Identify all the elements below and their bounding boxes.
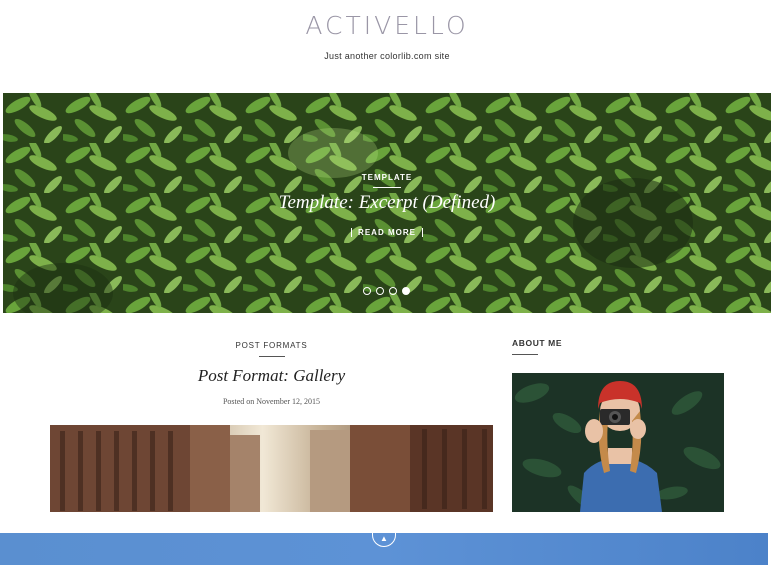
slider-dot-2[interactable] xyxy=(376,287,384,295)
hero-divider xyxy=(373,187,401,188)
site-tagline: Just another colorlib.com site xyxy=(324,51,450,61)
hero-category[interactable]: TEMPLATE xyxy=(3,173,771,182)
about-me-title: ABOUT ME xyxy=(512,338,563,348)
hero-title[interactable]: Template: Excerpt (Defined) xyxy=(3,192,771,214)
post-category[interactable]: POST FORMATS xyxy=(50,341,493,350)
back-to-top-button[interactable]: ▲ xyxy=(372,533,396,547)
about-me-image[interactable] xyxy=(512,373,724,512)
hero-caption: TEMPLATE Template: Excerpt (Defined) REA… xyxy=(3,173,771,240)
main-content: POST FORMATS Post Format: Gallery Posted… xyxy=(0,313,774,533)
hero-slider[interactable]: TEMPLATE Template: Excerpt (Defined) REA… xyxy=(3,93,771,313)
footer-bar: ▲ xyxy=(0,533,768,565)
slider-dot-1[interactable] xyxy=(363,287,371,295)
site-title[interactable]: ACTIVELLO xyxy=(0,11,774,40)
post-featured-image[interactable] xyxy=(50,425,493,512)
city-street-image xyxy=(50,425,493,512)
woman-camera-image xyxy=(512,373,724,512)
site-header: ACTIVELLO Just another colorlib.com site xyxy=(0,0,774,93)
arrow-up-icon: ▲ xyxy=(380,533,388,543)
post-meta: Posted on November 12, 2015 xyxy=(222,397,321,406)
slider-dot-3[interactable] xyxy=(389,287,397,295)
read-more-button[interactable]: READ MORE xyxy=(351,228,423,237)
post-title[interactable]: Post Format: Gallery xyxy=(50,366,493,386)
slider-dots xyxy=(363,287,410,295)
about-me-divider xyxy=(512,354,538,355)
post-divider xyxy=(259,356,285,357)
slider-dot-4[interactable] xyxy=(402,287,410,295)
